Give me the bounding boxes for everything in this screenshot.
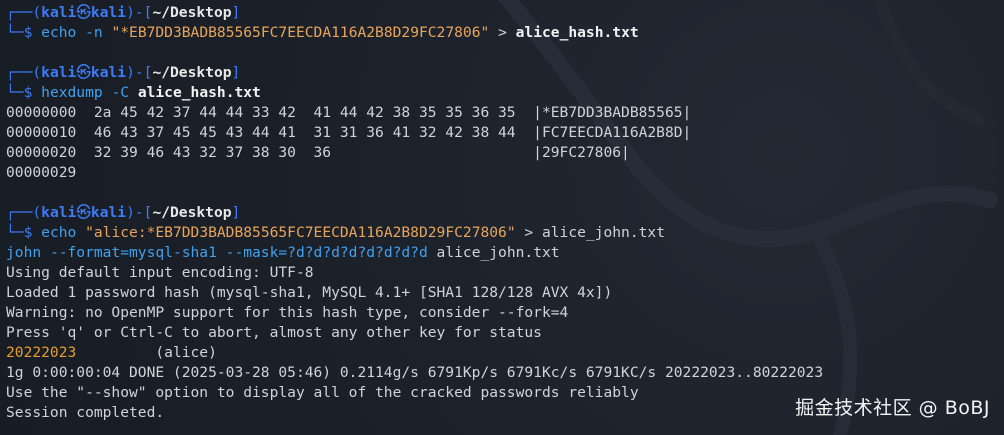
prompt-line-1: ┌──(kali㉿kali)-[~/Desktop] <box>6 4 241 21</box>
command-line-2: └─$ hexdump -C alice_hash.txt <box>6 84 261 101</box>
hexdump-command: hexdump <box>41 84 103 101</box>
john-command: john <box>6 244 42 261</box>
john-output-line: Loaded 1 password hash (mysql-sha1, MySQ… <box>6 284 613 301</box>
terminal-window[interactable]: ┌──(kali㉿kali)-[~/Desktop] └─$ echo -n "… <box>0 0 1004 435</box>
prompt-line-2: ┌──(kali㉿kali)-[~/Desktop] <box>6 64 241 81</box>
cracked-user: (alice) <box>76 344 217 361</box>
command-line-3: └─$ echo "alice:*EB7DD3BADB85565FC7EECDA… <box>6 224 665 241</box>
echo-command: echo <box>41 224 77 241</box>
echo-command: echo <box>41 24 77 41</box>
site-watermark: 掘金技术社区 @ BoBJ <box>795 397 990 419</box>
john-command-line: john --format=mysql-sha1 --mask=?d?d?d?d… <box>6 244 560 261</box>
john-status-line: 1g 0:00:00:04 DONE (2025-03-28 05:46) 0.… <box>6 364 824 381</box>
hexdump-output-line: 00000020 32 39 46 43 32 37 38 30 36 |29F… <box>6 144 630 161</box>
cracked-password: 20222023 <box>6 344 77 361</box>
prompt-line-3: ┌──(kali㉿kali)-[~/Desktop] <box>6 204 241 221</box>
hexdump-output-line: 00000029 <box>6 164 77 181</box>
john-output-line: Warning: no OpenMP support for this hash… <box>6 304 569 321</box>
command-line-1: └─$ echo -n "*EB7DD3BADB85565FC7EECDA116… <box>6 24 639 41</box>
hexdump-output-line: 00000010 46 43 37 45 45 43 44 41 31 31 3… <box>6 124 692 141</box>
john-output-line: Press 'q' or Ctrl-C to abort, almost any… <box>6 324 542 341</box>
john-output-line: Using default input encoding: UTF-8 <box>6 264 314 281</box>
cracked-result-line: 20222023 (alice) <box>6 343 1004 363</box>
hexdump-output-line: 00000000 2a 45 42 37 44 44 33 42 41 44 4… <box>6 104 692 121</box>
